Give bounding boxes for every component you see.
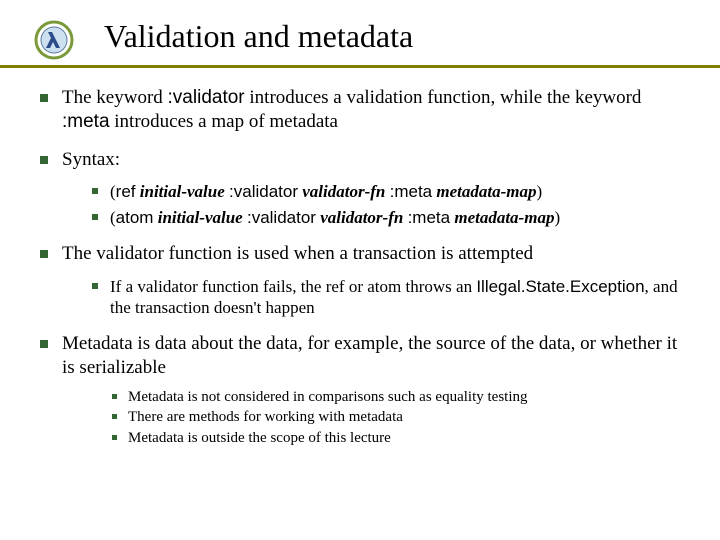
slide-content: The keyword :validator introduces a vali… xyxy=(0,68,720,448)
bullet-lvl1: The validator function is used when a tr… xyxy=(34,242,688,318)
bullet-lvl2: (ref initial-value :validator validator-… xyxy=(62,181,688,202)
bullet-text: The keyword :validator introduces a vali… xyxy=(62,87,641,132)
bullet-text: The validator function is used when a tr… xyxy=(62,243,533,264)
bullet-lvl2: If a validator function fails, the ref o… xyxy=(62,276,688,319)
bullet-lvl3: Metadata is outside the scope of this le… xyxy=(62,429,688,448)
bullet-lvl1: The keyword :validator introduces a vali… xyxy=(34,86,688,134)
bullet-lvl1: Metadata is data about the data, for exa… xyxy=(34,332,688,448)
bullet-text: Metadata is data about the data, for exa… xyxy=(62,333,677,378)
bullet-text: Syntax: xyxy=(62,149,120,170)
lambda-logo-icon xyxy=(34,20,74,60)
bullet-lvl2: (atom initial-value :validator validator… xyxy=(62,207,688,228)
bullet-lvl1: Syntax: (ref initial-value :validator val… xyxy=(34,148,688,228)
bullet-lvl3: There are methods for working with metad… xyxy=(62,408,688,427)
slide-title: Validation and metadata xyxy=(104,18,720,55)
slide-header: Validation and metadata xyxy=(0,0,720,61)
bullet-lvl3: Metadata is not considered in comparison… xyxy=(62,388,688,407)
